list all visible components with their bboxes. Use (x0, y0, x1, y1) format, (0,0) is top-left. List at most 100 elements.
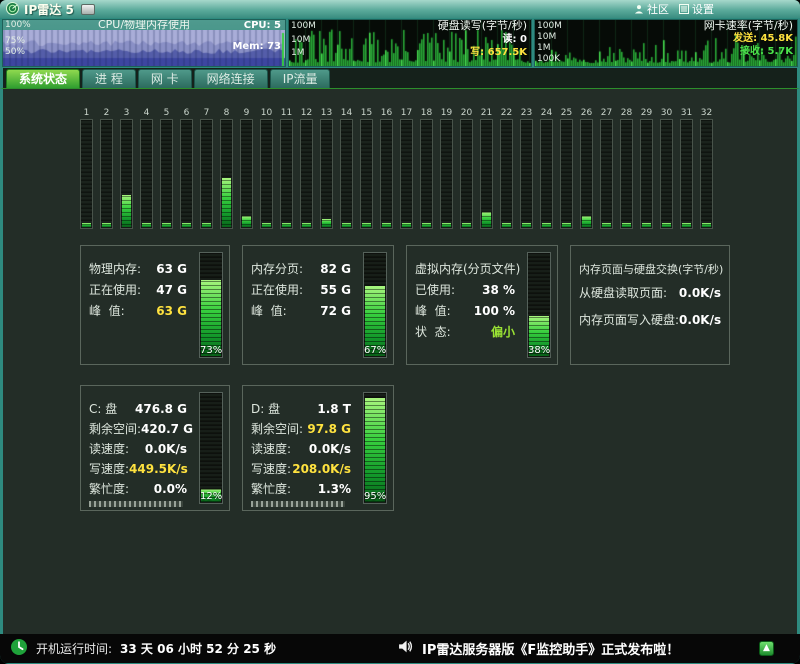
cpu-core-gauge-10: 10 (260, 107, 273, 229)
disk-c-panel: C: 盘476.8 G 剩余空间:420.7 G 读速度:0.0K/s 写速度:… (80, 385, 230, 511)
speaker-icon[interactable] (398, 639, 413, 658)
cpu-core-gauge-2: 2 (100, 107, 113, 229)
cpu-core-gauge-12: 12 (300, 107, 313, 229)
gear-icon (679, 4, 689, 14)
system-status-page: 1234567891011121314151617181920212223242… (0, 89, 800, 634)
titlebar: IP雷达 5 社区 (0, 0, 800, 18)
table-row: 读速度:0.0K/s (89, 439, 187, 459)
table-row: 剩余空间:97.8 G (251, 419, 351, 439)
nic-scale-100m: 100M (537, 21, 562, 31)
memory-paging-gauge: 67% (363, 252, 387, 358)
tab-bar: 系统状态 进 程 网 卡 网络连接 IP流量 (0, 68, 800, 89)
cpu-core-gauge-13: 13 (320, 107, 333, 229)
tab-processes[interactable]: 进 程 (82, 69, 136, 88)
table-row: 物理内存:63 G (89, 259, 187, 280)
tab-nic[interactable]: 网 卡 (138, 69, 192, 88)
table-row: 繁忙度:1.3% (251, 479, 351, 499)
disk-read-value: 读: 0 (503, 34, 527, 45)
memory-panels-row: 物理内存:63 G 正在使用:47 G 峰 值:63 G 73% 内存分页:82… (80, 245, 797, 365)
cpu-core-gauge-18: 18 (420, 107, 433, 229)
disk-scale-1m: 1M (291, 48, 305, 58)
tab-ip-traffic[interactable]: IP流量 (270, 69, 331, 88)
nic-recv-value: 接收: 5.7K (740, 46, 793, 57)
busy-meter (89, 501, 183, 507)
disk-d-gauge: 95% (363, 392, 387, 504)
physical-memory-panel: 物理内存:63 G 正在使用:47 G 峰 值:63 G 73% (80, 245, 230, 365)
nic-chart-panel: 100M 10M 1M 100K 网卡速率(字节/秒) 发送: 45.8K 接收… (534, 19, 798, 67)
cpu-core-gauges: 1234567891011121314151617181920212223242… (80, 107, 716, 229)
physical-memory-gauge: 73% (199, 252, 223, 358)
table-row: 已使用:38 % (415, 280, 515, 301)
disk-scale-100m: 100M (291, 21, 316, 31)
cpu-core-gauge-30: 30 (660, 107, 673, 229)
memory-paging-panel: 内存分页:82 G 正在使用:55 G 峰 值:72 G 67% (242, 245, 394, 365)
table-row: 写速度:449.5K/s (89, 459, 187, 479)
app-icon (6, 0, 19, 19)
cpu-core-gauge-25: 25 (560, 107, 573, 229)
tab-network-connections[interactable]: 网络连接 (194, 69, 268, 88)
cpu-core-gauge-7: 7 (200, 107, 213, 229)
table-row: 剩余空间:420.7 G (89, 419, 187, 439)
disk-io-chart-panel: 100M 10M 1M 硬盘读写(字节/秒) 读: 0 写: 657.5K (288, 19, 532, 67)
cpu-core-gauge-32: 32 (700, 107, 713, 229)
cpu-core-gauge-1: 1 (80, 107, 93, 229)
cpu-core-gauge-14: 14 (340, 107, 353, 229)
table-row: 状 态:偏小 (415, 322, 515, 343)
virtual-memory-panel: 虚拟内存(分页文件) 已使用:38 % 峰 值:100 % 状 态:偏小 38% (406, 245, 558, 365)
table-row: 峰 值:72 G (251, 301, 351, 322)
table-row: 正在使用:47 G (89, 280, 187, 301)
cpu-scale-50: 50% (5, 47, 25, 57)
table-row: 内存页面写入硬盘:0.0K/s (579, 307, 721, 334)
cpu-core-gauge-8: 8 (220, 107, 233, 229)
nic-chart-title: 网卡速率(字节/秒) (704, 20, 793, 32)
cpu-core-gauge-26: 26 (580, 107, 593, 229)
table-row: 从硬盘读取页面:0.0K/s (579, 280, 721, 307)
cpu-core-gauge-6: 6 (180, 107, 193, 229)
cpu-core-gauge-17: 17 (400, 107, 413, 229)
settings-link[interactable]: 设置 (679, 1, 714, 17)
community-link[interactable]: 社区 (634, 1, 669, 17)
cpu-core-gauge-24: 24 (540, 107, 553, 229)
cpu-core-gauge-16: 16 (380, 107, 393, 229)
announcement-text[interactable]: IP雷达服务器版《F监控助手》正式发布啦！ (422, 639, 679, 658)
top-charts: 100% 75% 50% CPU/物理内存使用 CPU: 5 Mem: 73 1… (0, 18, 800, 68)
nic-send-value: 发送: 45.8K (733, 33, 793, 44)
cpu-core-gauge-4: 4 (140, 107, 153, 229)
cpu-core-gauge-31: 31 (680, 107, 693, 229)
cpu-core-gauge-27: 27 (600, 107, 613, 229)
uptime-icon (10, 638, 28, 660)
cpu-core-gauge-3: 3 (120, 107, 133, 229)
cpu-chart-title: CPU/物理内存使用 (3, 19, 285, 31)
mem-value: Mem: 73 (232, 41, 281, 52)
uptime-value: 33 天 06 小时 52 分 25 秒 (120, 640, 276, 657)
cpu-core-gauge-11: 11 (280, 107, 293, 229)
disk-chart-title: 硬盘读写(字节/秒) (438, 20, 527, 32)
cpu-core-gauge-5: 5 (160, 107, 173, 229)
table-row: 正在使用:55 G (251, 280, 351, 301)
announcement-app-icon[interactable]: ▲ (759, 641, 774, 656)
nic-scale-10m: 10M (537, 32, 556, 42)
status-bar: 开机运行时间: 33 天 06 小时 52 分 25 秒 IP雷达服务器版《F监… (0, 634, 800, 663)
panel-title: 内存页面与硬盘交换(字节/秒) (579, 259, 723, 280)
disk-d-panel: D: 盘1.8 T 剩余空间:97.8 G 读速度:0.0K/s 写速度:208… (242, 385, 394, 511)
tab-system-status[interactable]: 系统状态 (6, 69, 80, 88)
announcement: IP雷达服务器版《F监控助手》正式发布啦！ (398, 639, 679, 658)
table-row: 繁忙度:0.0% (89, 479, 187, 499)
nic-scale-1m: 1M (537, 43, 551, 53)
cpu-scale-75: 75% (5, 36, 25, 46)
minimize-button[interactable] (81, 4, 95, 15)
virtual-memory-gauge: 38% (527, 252, 551, 358)
ip-radar-window: IP雷达 5 社区 (0, 0, 800, 664)
cpu-core-gauge-29: 29 (640, 107, 653, 229)
cpu-value: CPU: 5 (244, 20, 281, 31)
cpu-core-gauge-28: 28 (620, 107, 633, 229)
cpu-core-gauge-9: 9 (240, 107, 253, 229)
table-row: 峰 值:63 G (89, 301, 187, 322)
cpu-core-gauge-23: 23 (520, 107, 533, 229)
uptime-label: 开机运行时间: (36, 640, 112, 657)
community-icon (634, 4, 644, 14)
table-row: D: 盘1.8 T (251, 399, 351, 419)
table-row: 内存分页:82 G (251, 259, 351, 280)
table-row: C: 盘476.8 G (89, 399, 187, 419)
cpu-core-gauge-20: 20 (460, 107, 473, 229)
